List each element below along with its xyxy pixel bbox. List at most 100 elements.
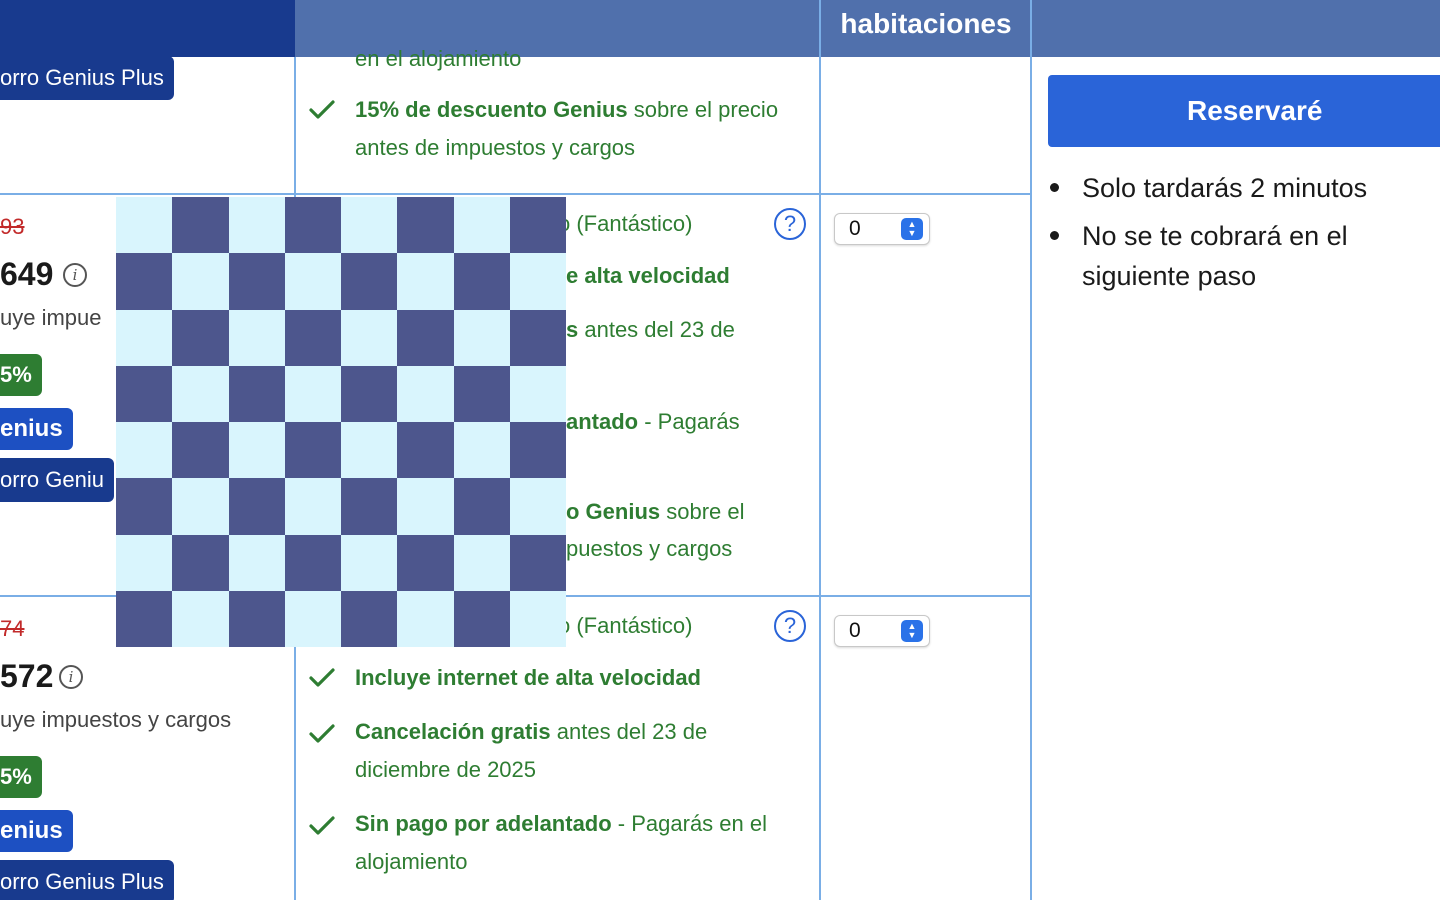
reserve-button[interactable]: Reservaré — [1048, 75, 1440, 147]
column-divider — [1030, 0, 1032, 900]
question-icon[interactable]: ? — [774, 208, 806, 240]
board-square — [284, 590, 341, 647]
board-square — [341, 478, 398, 535]
genius-badge: enius — [0, 810, 73, 852]
bullet-dot — [1050, 231, 1059, 240]
board-square — [116, 197, 173, 254]
internet-condition: Incluye internet de alta velocidad — [355, 659, 785, 697]
board-square — [228, 309, 285, 366]
board-square — [116, 478, 173, 535]
board-square — [228, 422, 285, 479]
prepay-bold: Sin pago por adelantado — [355, 811, 612, 836]
board-square — [116, 309, 173, 366]
internet-bold: e alta velocidad — [566, 263, 730, 288]
board-square — [509, 365, 566, 422]
row-divider — [0, 193, 1031, 195]
board-square — [397, 478, 454, 535]
original-price: 74 — [0, 616, 25, 641]
genius-bold: o Genius — [566, 499, 661, 524]
board-square — [341, 197, 398, 254]
board-square — [341, 365, 398, 422]
genius-plus-badge: orro Genius Plus — [0, 860, 174, 900]
prepay-rest: - Pagarás — [638, 409, 740, 434]
board-square — [284, 422, 341, 479]
board-square — [453, 534, 510, 591]
board-square — [509, 422, 566, 479]
board-square — [284, 534, 341, 591]
board-square — [453, 590, 510, 647]
genius-rest: sobre el — [660, 499, 745, 524]
board-square — [116, 365, 173, 422]
board-square — [509, 478, 566, 535]
board-square — [228, 197, 285, 254]
board-square — [228, 365, 285, 422]
stepper-arrows-icon: ▲ ▼ — [901, 218, 923, 240]
list-item: Solo tardarás 2 minutos — [1048, 168, 1428, 208]
taxes-note: uye impuestos y cargos — [0, 707, 232, 732]
board-square — [341, 422, 398, 479]
genius-plus-badge: orro Genius Plus — [0, 56, 174, 100]
genius-condition-line2: puestos y cargos — [566, 536, 733, 561]
condition-text: en el alojamiento — [355, 46, 522, 71]
board-square — [341, 253, 398, 310]
prepay-condition: antado - Pagarás — [566, 403, 776, 441]
prepay-bold: antado — [566, 409, 639, 434]
board-square — [284, 197, 341, 254]
genius-discount-bold: 15% de descuento Genius — [355, 97, 628, 122]
current-price: 572 — [0, 658, 54, 694]
board-square — [116, 422, 173, 479]
board-square — [397, 197, 454, 254]
board-square — [509, 309, 566, 366]
benefit-text: No se te cobrará en el siguiente paso — [1082, 221, 1348, 291]
taxes-note: uye impue — [0, 305, 102, 330]
room-quantity-select[interactable]: 0 ▲ ▼ — [834, 615, 930, 647]
board-square — [172, 590, 229, 647]
board-square — [341, 590, 398, 647]
benefit-text: Solo tardarás 2 minutos — [1082, 173, 1368, 203]
reserve-benefits-list: Solo tardarás 2 minutos No se te cobrará… — [1048, 168, 1428, 304]
board-square — [228, 534, 285, 591]
question-icon[interactable]: ? — [774, 610, 806, 642]
info-icon[interactable]: i — [59, 665, 83, 689]
board-square — [453, 478, 510, 535]
cancel-bold: Cancelación gratis — [355, 719, 551, 744]
rating-text: o (Fantástico) — [558, 613, 693, 638]
genius-condition: o Genius sobre el — [566, 493, 776, 531]
select-value: 0 — [849, 217, 861, 240]
board-square — [172, 197, 229, 254]
board-square — [228, 253, 285, 310]
board-square — [509, 253, 566, 310]
board-square — [397, 253, 454, 310]
stepper-arrows-icon: ▲ ▼ — [901, 620, 923, 642]
cancel-condition: Cancelación gratis antes del 23 de dicie… — [355, 713, 785, 789]
bullet-dot — [1050, 183, 1059, 192]
genius-plus-badge: orro Geniu — [0, 458, 114, 502]
board-square — [172, 253, 229, 310]
cancel-bold: s — [566, 317, 579, 342]
board-square — [397, 309, 454, 366]
board-square — [228, 590, 285, 647]
board-square — [509, 197, 566, 254]
original-price: 93 — [0, 214, 25, 239]
board-square — [116, 253, 173, 310]
board-square — [172, 478, 229, 535]
current-price: 649 — [0, 256, 54, 292]
board-square — [397, 422, 454, 479]
board-square — [397, 534, 454, 591]
internet-condition: e alta velocidad — [566, 257, 776, 295]
check-icon — [308, 814, 336, 838]
board-square — [509, 534, 566, 591]
room-quantity-select[interactable]: 0 ▲ ▼ — [834, 213, 930, 245]
select-value: 0 — [849, 619, 861, 642]
board-square — [453, 365, 510, 422]
board-square — [284, 253, 341, 310]
column-divider — [819, 0, 821, 900]
list-item: No se te cobrará en el siguiente paso — [1048, 216, 1428, 296]
cancel-rest: antes del 23 de — [578, 317, 735, 342]
check-icon — [308, 98, 336, 122]
info-icon[interactable]: i — [63, 263, 87, 287]
checkerboard-overlay — [116, 197, 566, 647]
board-square — [397, 365, 454, 422]
check-icon — [308, 722, 336, 746]
header-left-cell — [0, 0, 295, 57]
